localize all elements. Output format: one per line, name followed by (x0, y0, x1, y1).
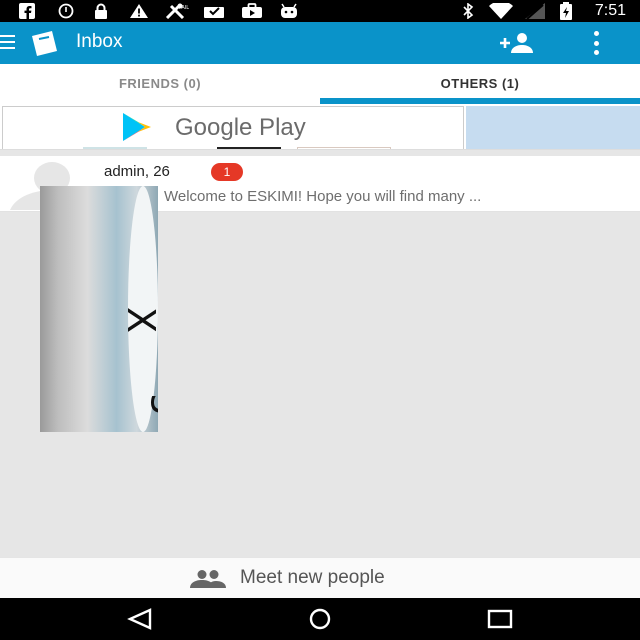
ad-strip (297, 147, 391, 149)
ad-banner[interactable]: Google Play (0, 104, 640, 150)
unread-badge: 1 (211, 163, 243, 181)
svg-text:FAIL: FAIL (179, 5, 189, 11)
overlay-ad-image[interactable]: remaining X (40, 186, 158, 432)
app-bar: Inbox (0, 22, 640, 64)
navigation-bar (0, 598, 640, 640)
ad-text: Google Play (175, 114, 306, 141)
google-play-logo-icon (121, 113, 163, 141)
status-bar: FAIL 7:51 (0, 0, 640, 22)
wifi-icon (488, 3, 514, 19)
back-icon[interactable] (126, 608, 154, 630)
inbox-check-icon (202, 3, 226, 19)
eskimi-logo-icon[interactable] (30, 30, 60, 56)
message-preview: Welcome to ESKIMI! Hope you will find ma… (164, 188, 482, 205)
more-options-icon[interactable] (588, 31, 604, 55)
ad-strip (217, 147, 281, 149)
page-title: Inbox (76, 31, 123, 52)
add-friend-icon[interactable] (498, 32, 536, 54)
tools-icon: FAIL (164, 3, 190, 19)
signal-icon (524, 3, 546, 19)
overlay-close-icon[interactable]: X (119, 307, 158, 333)
briefcase-icon (240, 3, 264, 19)
bluetooth-icon (460, 3, 476, 19)
android-icon (278, 3, 300, 19)
home-icon[interactable] (306, 608, 334, 630)
recent-apps-icon[interactable] (486, 608, 514, 630)
menu-icon[interactable] (0, 35, 16, 51)
tab-friends[interactable]: FRIENDS (0) (0, 64, 320, 104)
warning-icon (128, 3, 150, 19)
screen: FAIL 7:51 Inbox FRIENDS (0) OTHERS (1) G… (0, 0, 640, 640)
message-sender: admin, 26 (104, 163, 170, 180)
lock-icon (92, 3, 110, 19)
battery-icon (556, 2, 576, 20)
tab-bar: FRIENDS (0) OTHERS (1) (0, 64, 640, 104)
status-time: 7:51 (594, 2, 626, 19)
ad-creative[interactable]: Google Play (2, 106, 464, 149)
people-icon (190, 570, 226, 588)
meet-new-people-label: Meet new people (240, 567, 385, 588)
alarm-icon (56, 3, 76, 19)
facebook-icon (18, 3, 36, 19)
ad-side-panel (466, 106, 640, 149)
ad-strip (83, 147, 147, 149)
meet-new-people-button[interactable]: Meet new people (0, 557, 640, 598)
